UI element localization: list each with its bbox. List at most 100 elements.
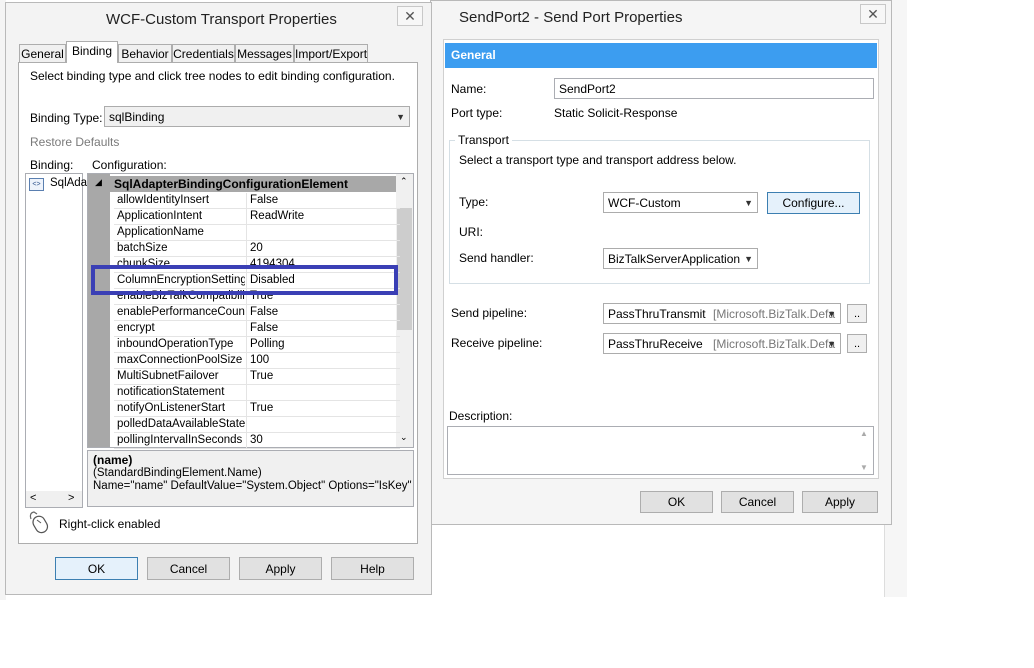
description-line-2: Name="name" DefaultValue="System.Object"… bbox=[93, 480, 412, 492]
cancel-button[interactable]: Cancel bbox=[147, 557, 230, 580]
general-section-header: General bbox=[445, 43, 877, 68]
scroll-left-icon[interactable]: < bbox=[30, 492, 36, 504]
send-pipeline-select[interactable]: PassThruTransmit [Microsoft.BizTalk.Defa… bbox=[603, 303, 841, 324]
column-divider bbox=[246, 369, 247, 385]
name-label: Name: bbox=[451, 82, 487, 96]
name-value: SendPort2 bbox=[559, 81, 616, 96]
property-row[interactable]: batchSize 20 bbox=[114, 241, 400, 257]
property-row[interactable]: notificationStatement bbox=[114, 385, 400, 401]
receive-pipeline-value: PassThruReceive bbox=[608, 336, 703, 351]
scroll-right-icon[interactable]: > bbox=[68, 492, 74, 504]
binding-type-label: Binding Type: bbox=[30, 111, 103, 125]
scroll-up-icon[interactable]: ⌃ bbox=[400, 176, 408, 187]
chevron-down-icon: ▼ bbox=[396, 111, 405, 122]
send-pipeline-label: Send pipeline: bbox=[451, 306, 528, 320]
property-row[interactable]: polledDataAvailableStatement bbox=[114, 417, 400, 433]
property-row[interactable]: ApplicationName bbox=[114, 225, 400, 241]
help-button[interactable]: Help bbox=[331, 557, 414, 580]
property-value[interactable]: False bbox=[250, 322, 278, 334]
property-row[interactable]: notifyOnListenerStart True bbox=[114, 401, 400, 417]
property-value[interactable]: 100 bbox=[250, 354, 269, 366]
column-divider bbox=[246, 417, 247, 433]
collapse-icon[interactable]: ◢ bbox=[95, 177, 102, 188]
close-button[interactable]: ✕ bbox=[860, 4, 886, 24]
property-name: ApplicationIntent bbox=[117, 210, 203, 222]
send-pipeline-assembly: [Microsoft.BizTalk.Defa bbox=[713, 306, 836, 321]
receive-pipeline-browse-button[interactable]: .. bbox=[847, 334, 867, 353]
binding-type-select[interactable]: sqlBinding ▼ bbox=[104, 106, 410, 127]
transport-group-label: Transport bbox=[455, 133, 512, 147]
tree-item-sqladapter[interactable]: SqlAda bbox=[50, 177, 87, 189]
property-value[interactable]: True bbox=[250, 370, 273, 382]
send-handler-label: Send handler: bbox=[459, 251, 534, 265]
binding-type-value: sqlBinding bbox=[109, 109, 165, 124]
port-type-label: Port type: bbox=[451, 106, 503, 120]
configure-button[interactable]: Configure... bbox=[767, 192, 860, 214]
tab-messages[interactable]: Messages bbox=[235, 44, 294, 63]
close-button[interactable]: ✕ bbox=[397, 6, 423, 26]
name-field[interactable]: SendPort2 bbox=[554, 78, 874, 99]
property-value[interactable]: True bbox=[250, 402, 273, 414]
uri-label: URI: bbox=[459, 225, 483, 239]
property-row[interactable]: encrypt False bbox=[114, 321, 400, 337]
property-name: polledDataAvailableStatement bbox=[117, 418, 245, 430]
property-row[interactable]: enablePerformanceCounters False bbox=[114, 305, 400, 321]
property-value[interactable]: 20 bbox=[250, 242, 263, 254]
property-value[interactable]: 30 bbox=[250, 434, 263, 446]
property-row[interactable]: pollingIntervalInSeconds 30 bbox=[114, 433, 400, 449]
receive-pipeline-select[interactable]: PassThruReceive [Microsoft.BizTalk.Defa … bbox=[603, 333, 841, 354]
property-name: enablePerformanceCounters bbox=[117, 306, 245, 318]
property-name: encrypt bbox=[117, 322, 155, 334]
description-label: Description: bbox=[449, 409, 513, 423]
property-row[interactable]: maxConnectionPoolSize 100 bbox=[114, 353, 400, 369]
property-row[interactable]: ApplicationIntent ReadWrite bbox=[114, 209, 400, 225]
send-pipeline-browse-button[interactable]: .. bbox=[847, 304, 867, 323]
property-row[interactable]: allowIdentityInsert False bbox=[114, 193, 400, 209]
scroll-down-icon[interactable]: ⌄ bbox=[400, 432, 408, 443]
highlight-box bbox=[91, 265, 398, 295]
ok-button[interactable]: OK bbox=[640, 491, 713, 513]
description-title: (name) bbox=[93, 453, 133, 467]
tab-behavior[interactable]: Behavior bbox=[118, 44, 172, 63]
apply-button[interactable]: Apply bbox=[239, 557, 322, 580]
column-divider bbox=[246, 321, 247, 337]
section-header-label: General bbox=[451, 48, 496, 62]
window-title: SendPort2 - Send Port Properties bbox=[459, 9, 683, 26]
configuration-label: Configuration: bbox=[92, 158, 167, 172]
chevron-down-icon: ▼ bbox=[827, 308, 836, 319]
scroll-up-icon[interactable]: ▲ bbox=[860, 429, 868, 438]
column-divider bbox=[246, 337, 247, 353]
property-name: batchSize bbox=[117, 242, 168, 254]
property-value[interactable]: False bbox=[250, 194, 278, 206]
tab-import-export[interactable]: Import/Export bbox=[294, 44, 368, 63]
type-label: Type: bbox=[459, 195, 489, 209]
property-value[interactable]: Polling bbox=[250, 338, 285, 350]
scroll-down-icon[interactable]: ▼ bbox=[860, 463, 868, 472]
right-click-enabled-label: Right-click enabled bbox=[59, 517, 161, 531]
ok-button[interactable]: OK bbox=[55, 557, 138, 580]
property-value[interactable]: False bbox=[250, 306, 278, 318]
tab-binding[interactable]: Binding bbox=[66, 41, 118, 63]
description-textarea[interactable]: ▲ ▼ bbox=[447, 426, 874, 475]
property-value[interactable]: ReadWrite bbox=[250, 210, 304, 222]
tab-credentials[interactable]: Credentials bbox=[172, 44, 235, 63]
description-scrollbar[interactable]: ▲ ▼ bbox=[857, 427, 873, 474]
tab-general[interactable]: General bbox=[19, 44, 66, 63]
chevron-down-icon: ▼ bbox=[744, 197, 753, 208]
restore-defaults-link[interactable]: Restore Defaults bbox=[30, 135, 119, 149]
property-row[interactable]: inboundOperationType Polling bbox=[114, 337, 400, 353]
property-group-header[interactable]: ◢ SqlAdapterBindingConfigurationElement bbox=[88, 176, 396, 192]
column-divider bbox=[246, 305, 247, 321]
apply-button[interactable]: Apply bbox=[802, 491, 878, 513]
column-divider bbox=[246, 353, 247, 369]
cancel-button[interactable]: Cancel bbox=[721, 491, 794, 513]
tree-horizontal-scrollbar[interactable]: < > bbox=[26, 491, 82, 507]
property-row[interactable]: MultiSubnetFailover True bbox=[114, 369, 400, 385]
chevron-down-icon: ▼ bbox=[827, 338, 836, 349]
mouse-icon bbox=[28, 511, 50, 535]
send-handler-select[interactable]: BizTalkServerApplication ▼ bbox=[603, 248, 758, 269]
binding-node-icon: <> bbox=[29, 178, 44, 191]
column-divider bbox=[246, 193, 247, 209]
binding-tree[interactable]: <> SqlAda < > bbox=[25, 173, 87, 508]
transport-type-select[interactable]: WCF-Custom ▼ bbox=[603, 192, 758, 213]
